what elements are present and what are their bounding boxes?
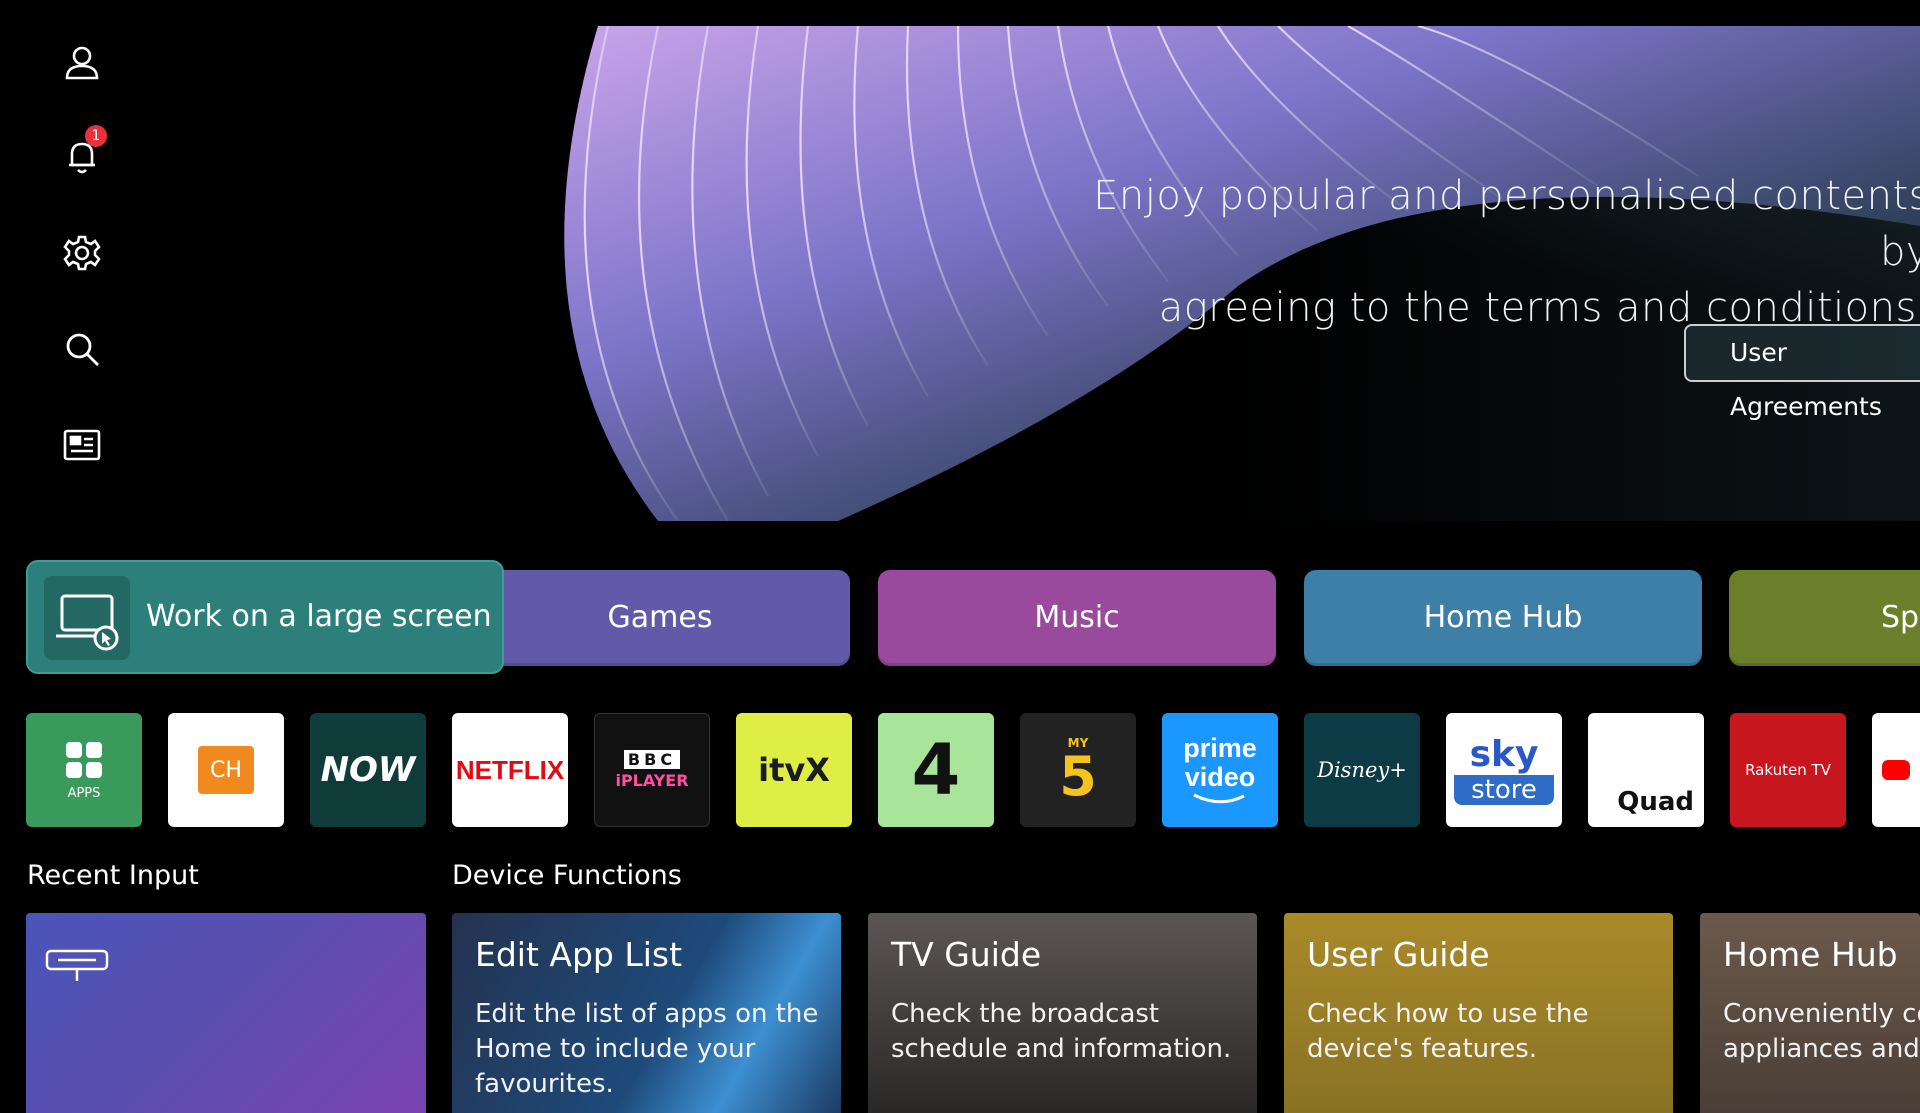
work-on-large-screen-button[interactable]: Work on a large screen [26, 560, 504, 674]
home-hub-button[interactable]: Home Hub [1304, 570, 1702, 666]
app-tile-sky-store[interactable]: sky store [1446, 713, 1562, 827]
user-guide-title: User Guide [1307, 935, 1490, 974]
app-tile-rakuten-tv[interactable]: Rakuten TV [1730, 713, 1846, 827]
youtube-play-icon [1882, 760, 1910, 780]
settings-gear-icon[interactable] [62, 233, 102, 273]
video-label: video [1184, 762, 1256, 792]
hero-message: Enjoy popular and personalised contents … [1030, 168, 1920, 336]
work-label: Work on a large screen [146, 599, 492, 634]
user-guide-desc: Check how to use the device's features. [1307, 999, 1589, 1064]
edit-app-list-card[interactable]: Edit App List Edit the list of apps on t… [452, 913, 841, 1113]
app-tile-youtube[interactable] [1872, 713, 1920, 827]
home-hub-card-desc: Conveniently control home appliances and… [1723, 999, 1920, 1064]
app-tile-my5[interactable]: MY 5 [1020, 713, 1136, 827]
guide-icon[interactable] [62, 425, 102, 465]
sports-button[interactable]: Sports [1729, 570, 1920, 666]
sky-store-label: store [1454, 775, 1554, 805]
recent-input-title: Recent Input [27, 860, 199, 891]
app-tile-prime-video[interactable]: prime video [1162, 713, 1278, 827]
user-guide-card[interactable]: User Guide Check how to use the device's… [1284, 913, 1673, 1113]
search-icon[interactable] [62, 329, 102, 369]
prime-label: prime [1183, 733, 1257, 763]
hero-line-1: Enjoy popular and personalised contents … [1093, 173, 1920, 275]
app-tile-now[interactable]: NOW [310, 713, 426, 827]
app-tile-netflix[interactable]: NETFLIX [452, 713, 568, 827]
home-hub-card[interactable]: Home Hub Conveniently control home appli… [1700, 913, 1920, 1113]
hero-banner[interactable]: Enjoy popular and personalised contents … [538, 26, 1920, 521]
profile-icon[interactable] [62, 42, 102, 82]
app-tile-quad[interactable]: Quad [1588, 713, 1704, 827]
edit-app-list-title: Edit App List [475, 935, 683, 974]
laptop-cursor-icon [44, 576, 130, 660]
home-hub-card-title: Home Hub [1723, 935, 1898, 974]
recent-input-card[interactable] [26, 913, 426, 1113]
apps-label: APPS [67, 785, 101, 801]
ch-logo: CH [198, 746, 254, 794]
music-button[interactable]: Music [878, 570, 1276, 666]
hdmi-input-icon [45, 949, 109, 981]
app-tile-channels[interactable]: CH [168, 713, 284, 827]
bbc-label: BBC [623, 750, 681, 769]
iplayer-label: iPLAYER [615, 771, 689, 790]
edit-app-list-desc: Edit the list of apps on the Home to inc… [475, 999, 819, 1099]
my5-label: 5 [1059, 745, 1097, 808]
tv-guide-card[interactable]: TV Guide Check the broadcast schedule an… [868, 913, 1257, 1113]
prime-smile-icon [1193, 793, 1245, 804]
tv-guide-desc: Check the broadcast schedule and informa… [891, 999, 1232, 1064]
app-tile-bbc-iplayer[interactable]: BBC iPLAYER [594, 713, 710, 827]
app-tile-itvx[interactable]: itvX [736, 713, 852, 827]
app-tile-apps[interactable]: APPS [26, 713, 142, 827]
games-button[interactable]: Games [470, 570, 850, 666]
app-tile-disney-plus[interactable]: Disney+ [1304, 713, 1420, 827]
sky-label: sky [1469, 734, 1539, 775]
tv-guide-title: TV Guide [891, 935, 1042, 974]
device-functions-title: Device Functions [452, 860, 682, 891]
user-agreements-button[interactable]: User Agreements [1684, 324, 1920, 421]
app-tile-channel-4[interactable]: 4 [878, 713, 994, 827]
apps-grid-icon [66, 741, 102, 778]
notification-badge: 1 [85, 125, 107, 147]
